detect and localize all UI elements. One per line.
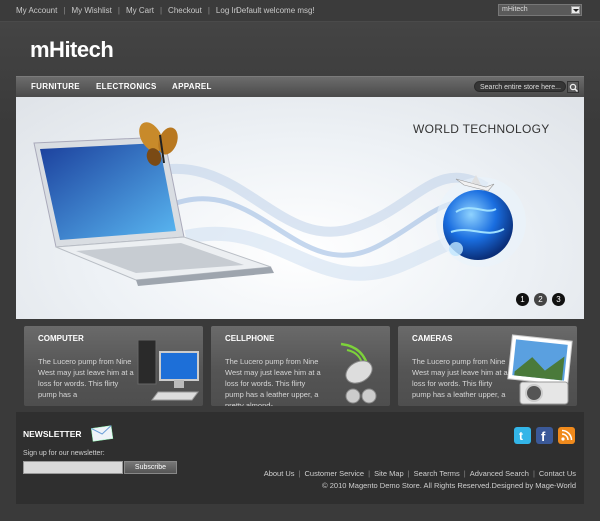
separator: | <box>463 469 466 478</box>
search-input[interactable]: Search entire store here... <box>474 81 566 92</box>
separator: | <box>117 6 120 15</box>
svg-text:f: f <box>541 429 546 444</box>
rss-icon[interactable] <box>558 427 575 444</box>
slide-dot-3[interactable]: 3 <box>552 293 565 306</box>
newsletter-title: NEWSLETTER <box>23 429 82 439</box>
welcome-message: Default welcome msg! <box>236 6 315 15</box>
subscribe-button[interactable]: Subscribe <box>124 461 177 474</box>
nav-item-apparel[interactable]: APPAREL <box>172 82 212 91</box>
separator: | <box>207 6 210 15</box>
category-cameras[interactable]: CAMERAS The Lucero pump from Nine West m… <box>398 326 577 406</box>
copyright: © 2010 Magento Demo Store. All Rights Re… <box>322 481 576 490</box>
facebook-icon[interactable]: f <box>536 427 553 444</box>
footer-link-search-terms[interactable]: Search Terms <box>414 469 460 478</box>
footer-links: About Us | Customer Service | Site Map |… <box>264 469 576 478</box>
envelope-icon <box>90 425 114 442</box>
logo[interactable]: mHitech <box>30 37 114 63</box>
category-title[interactable]: COMPUTER <box>38 334 84 343</box>
category-cellphone[interactable]: CELLPHONE The Lucero pump from Nine West… <box>211 326 390 406</box>
newsletter-email-input[interactable] <box>23 461 123 474</box>
footer-link-site-map[interactable]: Site Map <box>374 469 404 478</box>
svg-text:t: t <box>519 429 523 443</box>
hero-banner[interactable]: WORLD TECHNOLOGY 1 2 3 <box>16 97 584 319</box>
category-description: The Lucero pump from Nine West may just … <box>38 357 134 399</box>
search-button[interactable] <box>567 81 579 93</box>
checkout-link[interactable]: Checkout <box>168 6 202 15</box>
satellite-image <box>340 342 377 404</box>
login-link[interactable]: Log In <box>216 6 238 15</box>
nav-item-furniture[interactable]: FURNITURE <box>31 82 80 91</box>
my-wishlist-link[interactable]: My Wishlist <box>71 6 111 15</box>
separator: | <box>368 469 371 478</box>
footer-link-customer-service[interactable]: Customer Service <box>305 469 365 478</box>
newsletter-label: Sign up for our newsletter: <box>23 450 105 457</box>
twitter-icon[interactable]: t <box>514 427 531 444</box>
category-description: The Lucero pump from Nine West may just … <box>412 357 508 399</box>
separator: | <box>407 469 410 478</box>
separator: | <box>63 6 66 15</box>
slider-pagination: 1 2 3 <box>516 293 565 306</box>
separator: | <box>532 469 535 478</box>
search-icon <box>569 83 579 93</box>
slide-dot-1[interactable]: 1 <box>516 293 529 306</box>
footer-link-about-us[interactable]: About Us <box>264 469 295 478</box>
nav-item-electronics[interactable]: ELECTRONICS <box>96 82 157 91</box>
top-bar: My Account | My Wishlist | My Cart | Che… <box>0 0 600 22</box>
my-account-link[interactable]: My Account <box>16 6 57 15</box>
separator: | <box>159 6 163 15</box>
chevron-down-icon[interactable] <box>571 6 580 14</box>
banner-title: WORLD TECHNOLOGY <box>413 122 550 136</box>
footer-link-contact-us[interactable]: Contact Us <box>539 469 576 478</box>
category-description: The Lucero pump from Nine West may just … <box>225 357 321 406</box>
account-links: My Account | My Wishlist | My Cart | Che… <box>16 6 238 15</box>
my-cart-link[interactable]: My Cart <box>126 6 154 15</box>
store-switcher[interactable]: mHitech <box>498 4 582 16</box>
separator: | <box>298 469 301 478</box>
slide-dot-2[interactable]: 2 <box>534 293 547 306</box>
camera-image <box>507 334 573 405</box>
category-title[interactable]: CAMERAS <box>412 334 452 343</box>
category-title[interactable]: CELLPHONE <box>225 334 274 343</box>
category-computer[interactable]: COMPUTER The Lucero pump from Nine West … <box>24 326 203 406</box>
globe-image <box>436 177 526 267</box>
computer-image <box>137 339 199 401</box>
footer-link-advanced-search[interactable]: Advanced Search <box>470 469 529 478</box>
store-switcher-value: mHitech <box>502 6 528 13</box>
